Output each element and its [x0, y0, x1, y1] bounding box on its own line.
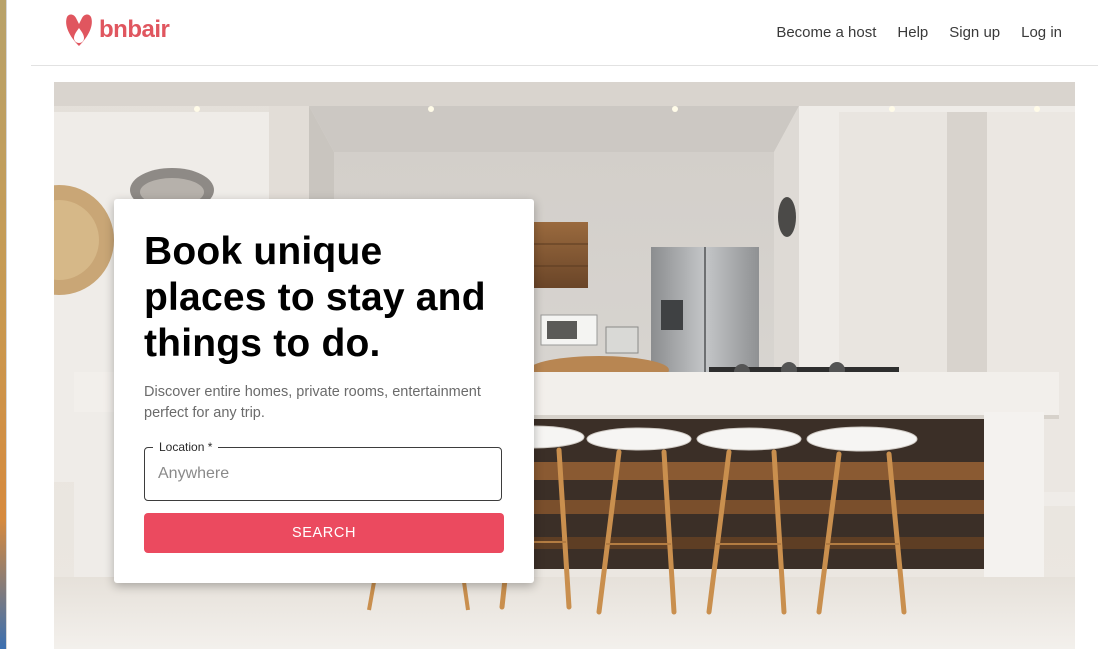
search-button[interactable]: SEARCH [144, 513, 504, 553]
hero-title: Book unique places to stay and things to… [144, 230, 486, 365]
browser-window: bnbair Become a host Help Sign up Log in [6, 0, 1118, 649]
location-input[interactable] [158, 448, 488, 500]
nav-become-a-host[interactable]: Become a host [776, 24, 876, 41]
search-card: Book unique places to stay and things to… [114, 199, 534, 583]
site-header: bnbair Become a host Help Sign up Log in [31, 0, 1098, 66]
nav-help[interactable]: Help [897, 24, 928, 41]
hero-subtitle: Discover entire homes, private rooms, en… [144, 384, 481, 421]
brand-name: bnbair [99, 16, 170, 43]
location-field[interactable]: Location * [144, 439, 502, 501]
nav-log-in[interactable]: Log in [1021, 24, 1062, 41]
top-nav: Become a host Help Sign up Log in [776, 24, 1062, 41]
nav-sign-up[interactable]: Sign up [949, 24, 1000, 41]
brand-logo[interactable]: bnbair [63, 12, 170, 48]
logo-icon [66, 14, 92, 46]
